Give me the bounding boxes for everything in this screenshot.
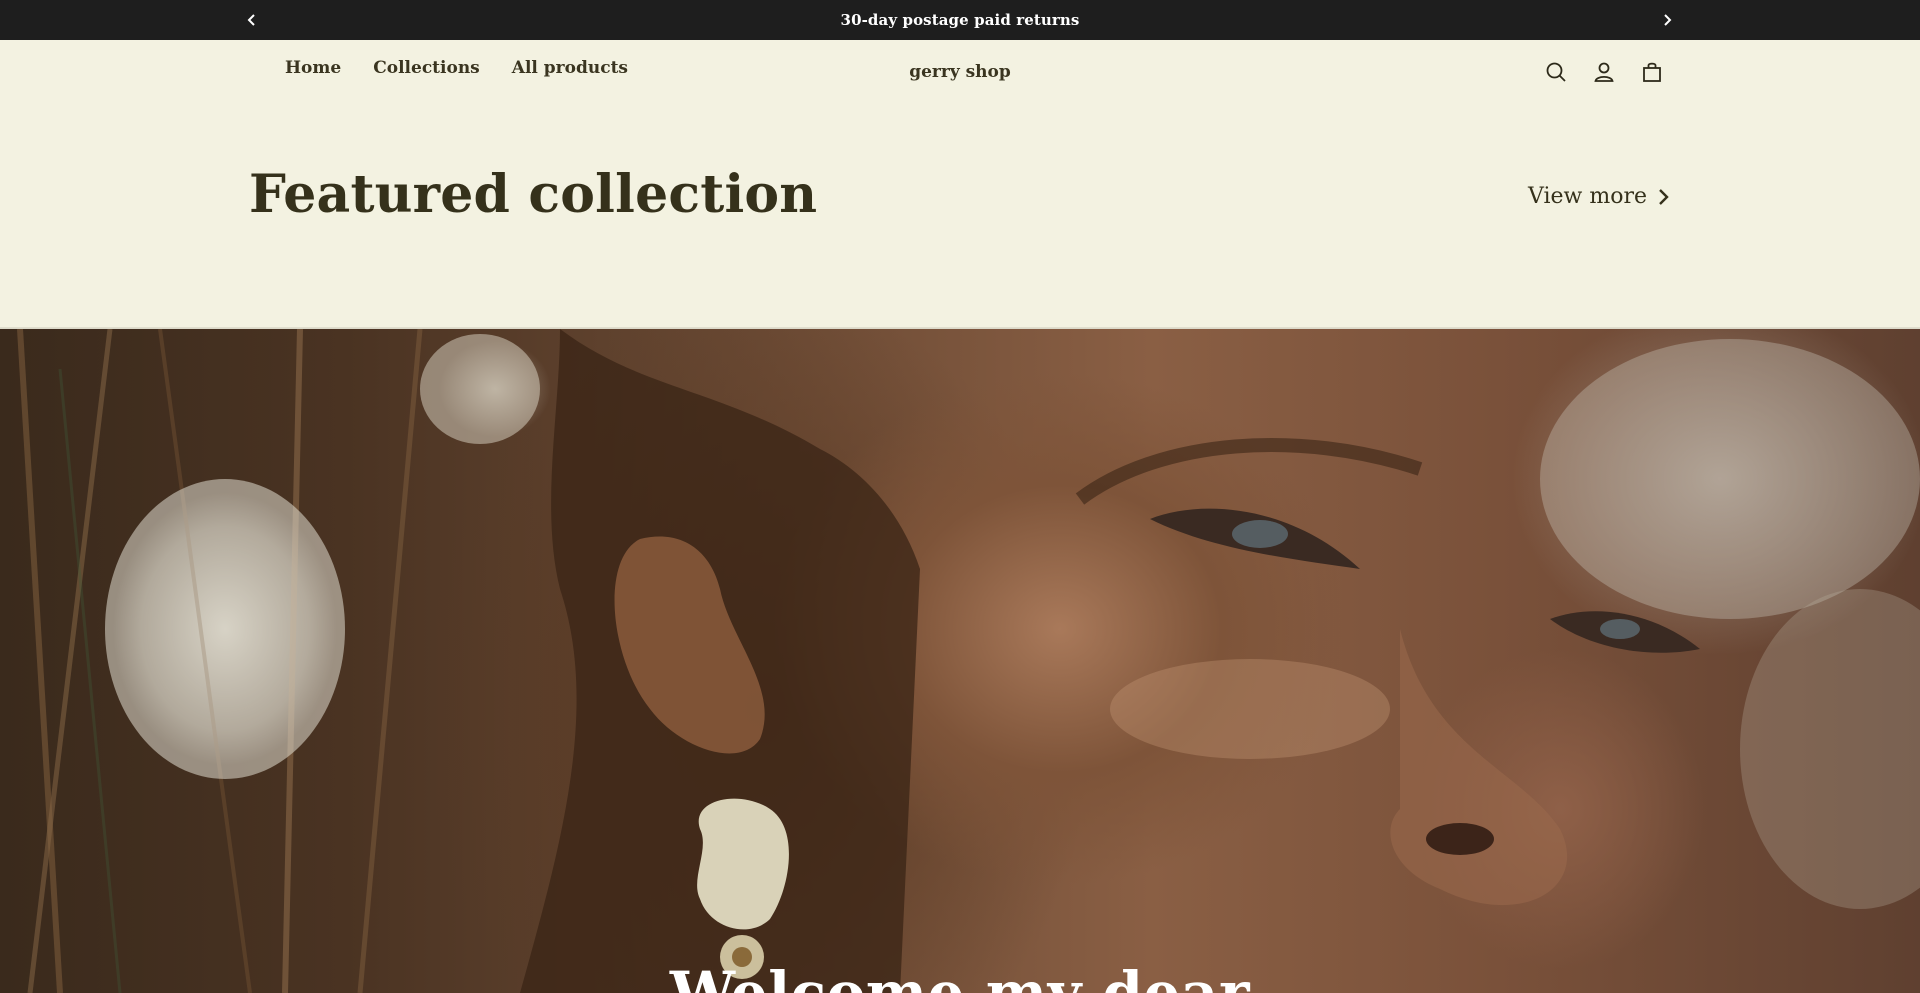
featured-collection-section: Featured collection View more: [0, 106, 1920, 329]
featured-collection-title: Featured collection: [249, 164, 818, 225]
header-icons: [1544, 60, 1664, 84]
site-header: Home Collections All products gerry shop: [0, 40, 1920, 106]
view-more-link[interactable]: View more: [1528, 184, 1669, 209]
chevron-right-icon: [1664, 14, 1672, 26]
chevron-right-icon: [1659, 188, 1669, 205]
search-button[interactable]: [1544, 60, 1568, 84]
account-button[interactable]: [1592, 60, 1616, 84]
account-icon: [1594, 62, 1614, 82]
search-icon: [1546, 62, 1566, 82]
view-more-label: View more: [1528, 184, 1648, 209]
hero-banner: Welcome my dear: [0, 329, 1920, 993]
hero-image: [17, 329, 1920, 993]
announcement-next-button[interactable]: [1647, 0, 1687, 40]
hero-heading: Welcome my dear: [669, 959, 1251, 993]
announcement-text: 30-day postage paid returns: [840, 11, 1080, 29]
cart-icon: [1643, 62, 1661, 82]
cart-button[interactable]: [1640, 60, 1664, 84]
announcement-bar: 30-day postage paid returns: [0, 0, 1920, 40]
